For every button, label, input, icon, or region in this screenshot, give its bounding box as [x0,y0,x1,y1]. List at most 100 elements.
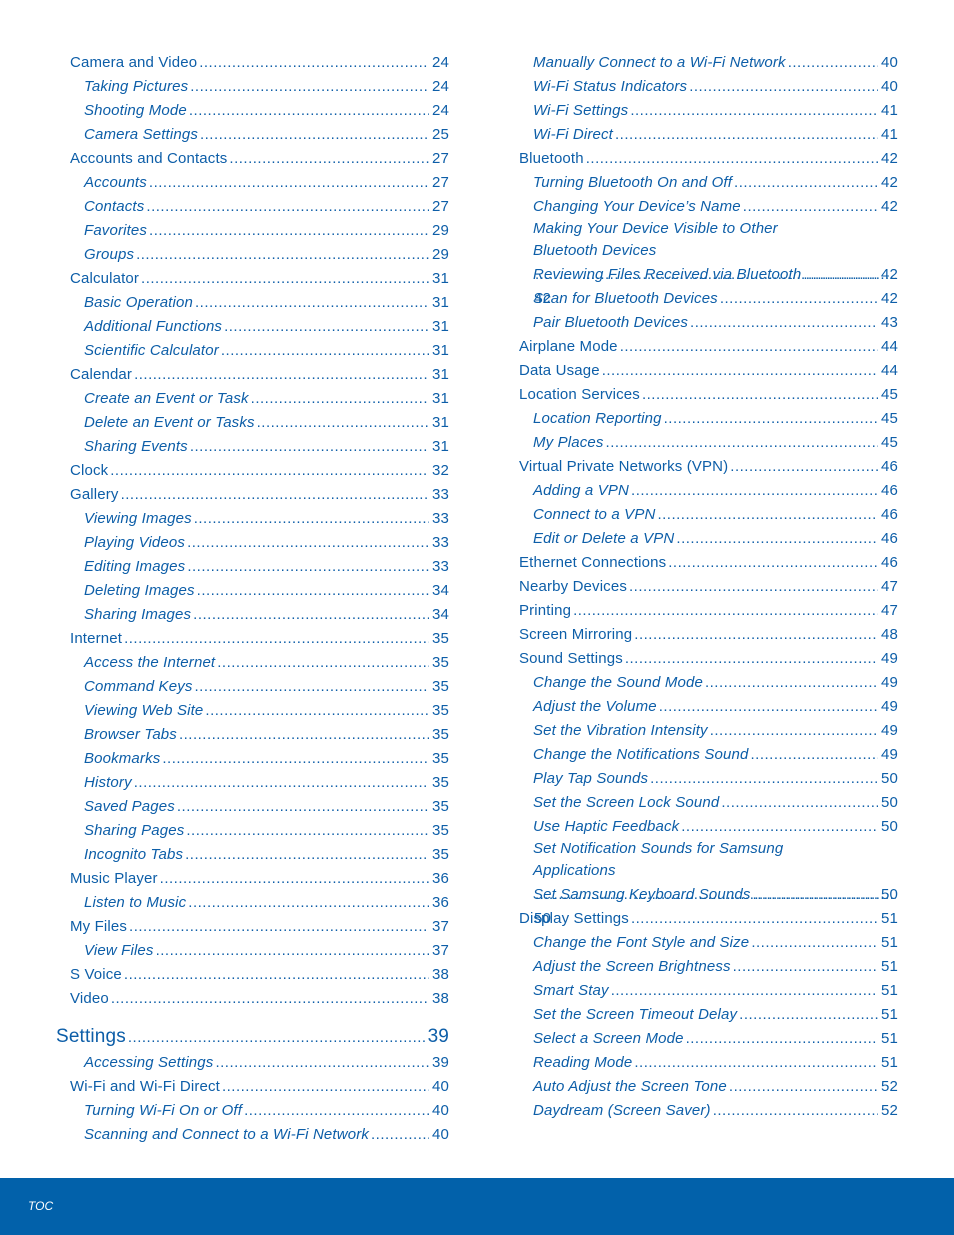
dot-leader [221,339,429,363]
toc-entry-sound-settings[interactable]: Sound Settings 49 [519,647,898,671]
toc-entry-page-number: 43 [881,314,898,331]
toc-entry-sharing-pages[interactable]: Sharing Pages 35 [70,819,449,843]
toc-entry-view-files[interactable]: View Files 37 [70,939,449,963]
toc-entry-turning-bluetooth-on-and-off[interactable]: Turning Bluetooth On and Off 42 [519,171,898,195]
toc-entry-set-notification-sounds-for-samsung-applications[interactable]: Set Notification Sounds for Samsung Appli… [519,839,898,927]
toc-entry-label: Access the Internet [84,654,216,671]
toc-entry-additional-functions[interactable]: Additional Functions 31 [70,315,449,339]
toc-entry-set-samsung-keyboard-sounds[interactable]: Set Samsung Keyboard Sounds 50 [519,883,898,907]
toc-entry-music-player[interactable]: Music Player 36 [70,867,449,891]
toc-entry-play-tap-sounds[interactable]: Play Tap Sounds 50 [519,767,898,791]
toc-entry-incognito-tabs[interactable]: Incognito Tabs 35 [70,843,449,867]
toc-entry-daydream-screen-saver[interactable]: Daydream (Screen Saver) 52 [519,1099,898,1123]
toc-entry-saved-pages[interactable]: Saved Pages 35 [70,795,449,819]
toc-entry-delete-an-event-or-tasks[interactable]: Delete an Event or Tasks 31 [70,411,449,435]
toc-entry-wi-fi-and-wi-fi-direct[interactable]: Wi-Fi and Wi-Fi Direct 40 [70,1075,449,1099]
toc-entry-viewing-images[interactable]: Viewing Images 33 [70,507,449,531]
toc-entry-use-haptic-feedback[interactable]: Use Haptic Feedback 50 [519,815,898,839]
toc-entry-connect-to-a-vpn[interactable]: Connect to a VPN 46 [519,503,898,527]
toc-entry-label: Set the Vibration Intensity [533,722,708,739]
toc-entry-basic-operation[interactable]: Basic Operation 31 [70,291,449,315]
dot-leader [721,791,878,815]
toc-entry-clock[interactable]: Clock 32 [70,459,449,483]
toc-entry-page-number: 44 [881,338,898,355]
toc-entry-ethernet-connections[interactable]: Ethernet Connections 46 [519,551,898,575]
toc-entry-label: Nearby Devices [519,578,627,595]
toc-entry-favorites[interactable]: Favorites 29 [70,219,449,243]
toc-entry-playing-videos[interactable]: Playing Videos 33 [70,531,449,555]
toc-entry-adjust-the-screen-brightness[interactable]: Adjust the Screen Brightness 51 [519,955,898,979]
toc-entry-making-your-device-visible-to-other-bluetooth-devices[interactable]: Making Your Device Visible to Other Bluet… [519,219,898,307]
toc-entry-settings[interactable]: Settings 39 [56,1023,449,1051]
toc-entry-scanning-and-connect-to-a-wi-fi-network[interactable]: Scanning and Connect to a Wi-Fi Network 4… [70,1123,449,1147]
toc-entry-sharing-events[interactable]: Sharing Events 31 [70,435,449,459]
toc-entry-wi-fi-direct[interactable]: Wi-Fi Direct 41 [519,123,898,147]
dot-leader [185,843,429,867]
toc-entry-accounts-and-contacts[interactable]: Accounts and Contacts 27 [70,147,449,171]
toc-entry-adding-a-vpn[interactable]: Adding a VPN 46 [519,479,898,503]
toc-entry-access-the-internet[interactable]: Access the Internet 35 [70,651,449,675]
toc-entry-video[interactable]: Video 38 [70,987,449,1011]
toc-entry-sharing-images[interactable]: Sharing Images 34 [70,603,449,627]
toc-entry-camera-and-video[interactable]: Camera and Video 24 [70,51,449,75]
toc-entry-screen-mirroring[interactable]: Screen Mirroring 48 [519,623,898,647]
toc-entry-viewing-web-site[interactable]: Viewing Web Site 35 [70,699,449,723]
toc-entry-camera-settings[interactable]: Camera Settings 25 [70,123,449,147]
toc-entry-editing-images[interactable]: Editing Images 33 [70,555,449,579]
toc-entry-groups[interactable]: Groups 29 [70,243,449,267]
toc-entry-virtual-private-networks-vpn[interactable]: Virtual Private Networks (VPN) 46 [519,455,898,479]
toc-entry-deleting-images[interactable]: Deleting Images 34 [70,579,449,603]
toc-entry-display-settings[interactable]: Display Settings 51 [519,907,898,931]
toc-entry-page-number: 42 [881,266,898,283]
toc-entry-browser-tabs[interactable]: Browser Tabs 35 [70,723,449,747]
toc-entry-accounts[interactable]: Accounts 27 [70,171,449,195]
toc-entry-my-files[interactable]: My Files 37 [70,915,449,939]
toc-entry-reviewing-files-received-via-bluetooth[interactable]: Reviewing Files Received via Bluetooth 42 [519,263,898,287]
toc-entry-pair-bluetooth-devices[interactable]: Pair Bluetooth Devices 43 [519,311,898,335]
toc-entry-change-the-sound-mode[interactable]: Change the Sound Mode 49 [519,671,898,695]
toc-entry-history[interactable]: History 35 [70,771,449,795]
toc-entry-location-services[interactable]: Location Services 45 [519,383,898,407]
toc-entry-bluetooth[interactable]: Bluetooth 42 [519,147,898,171]
toc-entry-set-the-screen-timeout-delay[interactable]: Set the Screen Timeout Delay 51 [519,1003,898,1027]
toc-entry-turning-wi-fi-on-or-off[interactable]: Turning Wi-Fi On or Off 40 [70,1099,449,1123]
toc-entry-smart-stay[interactable]: Smart Stay 51 [519,979,898,1003]
toc-entry-set-the-vibration-intensity[interactable]: Set the Vibration Intensity 49 [519,719,898,743]
toc-entry-internet[interactable]: Internet 35 [70,627,449,651]
toc-entry-data-usage[interactable]: Data Usage 44 [519,359,898,383]
toc-entry-listen-to-music[interactable]: Listen to Music 36 [70,891,449,915]
toc-entry-wi-fi-settings[interactable]: Wi-Fi Settings 41 [519,99,898,123]
toc-entry-accessing-settings[interactable]: Accessing Settings 39 [70,1051,449,1075]
toc-entry-bookmarks[interactable]: Bookmarks 35 [70,747,449,771]
toc-entry-edit-or-delete-a-vpn[interactable]: Edit or Delete a VPN 46 [519,527,898,551]
toc-entry-set-the-screen-lock-sound[interactable]: Set the Screen Lock Sound 50 [519,791,898,815]
toc-entry-label: Changing Your Device’s Name [533,198,741,215]
toc-entry-manually-connect-to-a-wi-fi-network[interactable]: Manually Connect to a Wi-Fi Network 40 [519,51,898,75]
toc-entry-auto-adjust-the-screen-tone[interactable]: Auto Adjust the Screen Tone 52 [519,1075,898,1099]
toc-entry-gallery[interactable]: Gallery 33 [70,483,449,507]
toc-entry-command-keys[interactable]: Command Keys 35 [70,675,449,699]
toc-entry-airplane-mode[interactable]: Airplane Mode 44 [519,335,898,359]
toc-entry-nearby-devices[interactable]: Nearby Devices 47 [519,575,898,599]
toc-entry-taking-pictures[interactable]: Taking Pictures 24 [70,75,449,99]
toc-entry-calculator[interactable]: Calculator 31 [70,267,449,291]
toc-entry-page-number: 34 [432,606,449,623]
toc-entry-wi-fi-status-indicators[interactable]: Wi-Fi Status Indicators 40 [519,75,898,99]
toc-entry-reading-mode[interactable]: Reading Mode 51 [519,1051,898,1075]
toc-entry-scientific-calculator[interactable]: Scientific Calculator 31 [70,339,449,363]
toc-entry-create-an-event-or-task[interactable]: Create an Event or Task 31 [70,387,449,411]
toc-entry-change-the-notifications-sound[interactable]: Change the Notifications Sound 49 [519,743,898,767]
toc-entry-page-number: 35 [432,750,449,767]
toc-entry-calendar[interactable]: Calendar 31 [70,363,449,387]
toc-entry-contacts[interactable]: Contacts 27 [70,195,449,219]
toc-entry-s-voice[interactable]: S Voice 38 [70,963,449,987]
toc-entry-change-the-font-style-and-size[interactable]: Change the Font Style and Size 51 [519,931,898,955]
toc-entry-shooting-mode[interactable]: Shooting Mode 24 [70,99,449,123]
toc-entry-adjust-the-volume[interactable]: Adjust the Volume 49 [519,695,898,719]
toc-entry-my-places[interactable]: My Places 45 [519,431,898,455]
toc-entry-printing[interactable]: Printing 47 [519,599,898,623]
toc-entry-select-a-screen-mode[interactable]: Select a Screen Mode 51 [519,1027,898,1051]
toc-entry-changing-your-device-s-name[interactable]: Changing Your Device’s Name 42 [519,195,898,219]
toc-entry-location-reporting[interactable]: Location Reporting 45 [519,407,898,431]
toc-entry-scan-for-bluetooth-devices[interactable]: Scan for Bluetooth Devices 42 [519,287,898,311]
